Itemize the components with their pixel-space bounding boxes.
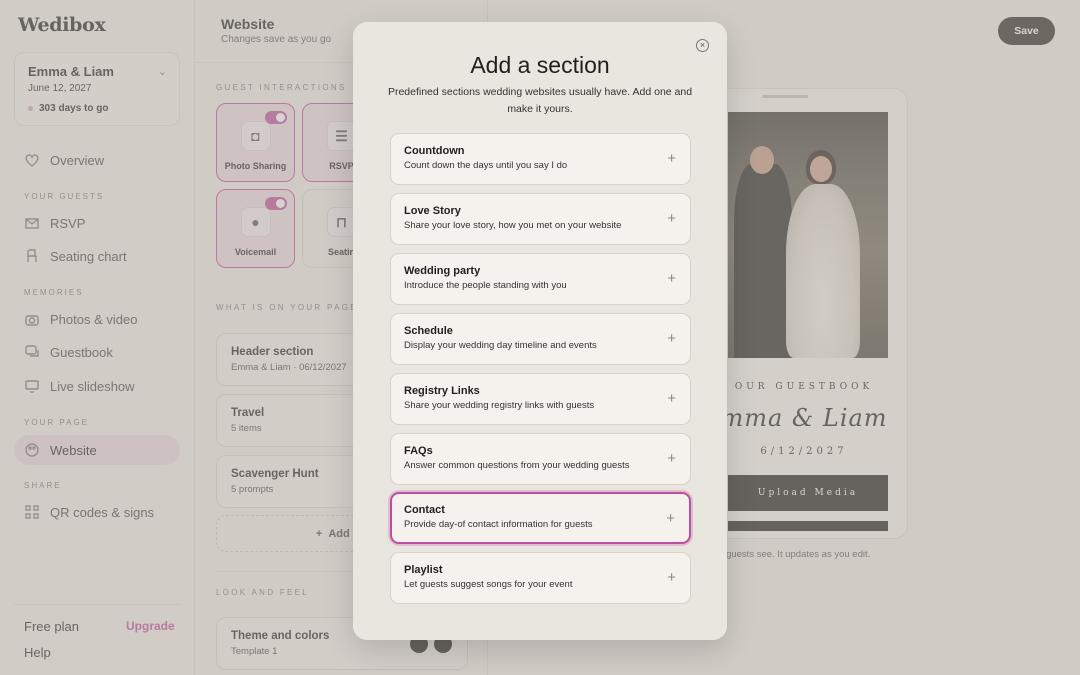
- section-option-contact[interactable]: Contact Provide day-of contact informatio…: [390, 492, 691, 544]
- plus-icon[interactable]: +: [667, 330, 676, 347]
- plus-icon[interactable]: +: [667, 569, 676, 586]
- modal-title: Add a section: [470, 52, 610, 78]
- option-description: Count down the days until you say I do: [404, 160, 568, 171]
- section-option-wedding-party[interactable]: Wedding party Introduce the people standi…: [390, 253, 691, 305]
- plus-icon[interactable]: +: [666, 510, 675, 527]
- option-title: Love Story: [404, 205, 461, 217]
- option-description: Provide day-of contact information for g…: [404, 519, 593, 530]
- section-option-playlist[interactable]: Playlist Let guests suggest songs for you…: [390, 552, 691, 604]
- section-option-registry-links[interactable]: Registry Links Share your wedding registr…: [390, 373, 691, 425]
- option-title: Playlist: [404, 564, 443, 576]
- plus-icon[interactable]: +: [667, 450, 676, 467]
- option-description: Introduce the people standing with you: [404, 280, 567, 291]
- option-title: Schedule: [404, 325, 453, 337]
- section-option-schedule[interactable]: Schedule Display your wedding day timelin…: [390, 313, 691, 365]
- option-description: Share your love story, how you met on yo…: [404, 220, 622, 231]
- section-option-faqs[interactable]: FAQs Answer common questions from your we…: [390, 433, 691, 485]
- option-description: Answer common questions from your weddin…: [404, 460, 630, 471]
- modal-description: Predefined sections wedding websites usu…: [387, 86, 693, 115]
- plus-icon[interactable]: +: [667, 390, 676, 407]
- option-description: Let guests suggest songs for your event: [404, 579, 573, 590]
- close-icon[interactable]: ×: [696, 39, 709, 52]
- option-title: Countdown: [404, 145, 465, 157]
- option-title: Registry Links: [404, 385, 480, 397]
- option-title: Wedding party: [404, 265, 481, 277]
- section-option-love-story[interactable]: Love Story Share your love story, how you…: [390, 193, 691, 245]
- option-title: FAQs: [404, 445, 433, 457]
- plus-icon[interactable]: +: [667, 270, 676, 287]
- plus-icon[interactable]: +: [667, 150, 676, 167]
- option-description: Share your wedding registry links with g…: [404, 400, 595, 411]
- option-description: Display your wedding day timeline and ev…: [404, 340, 597, 351]
- add-section-modal: × Add a section Predefined sections wedd…: [353, 22, 727, 640]
- section-option-countdown[interactable]: Countdown Count down the days until you s…: [390, 133, 691, 185]
- option-title: Contact: [404, 504, 445, 516]
- plus-icon[interactable]: +: [667, 210, 676, 227]
